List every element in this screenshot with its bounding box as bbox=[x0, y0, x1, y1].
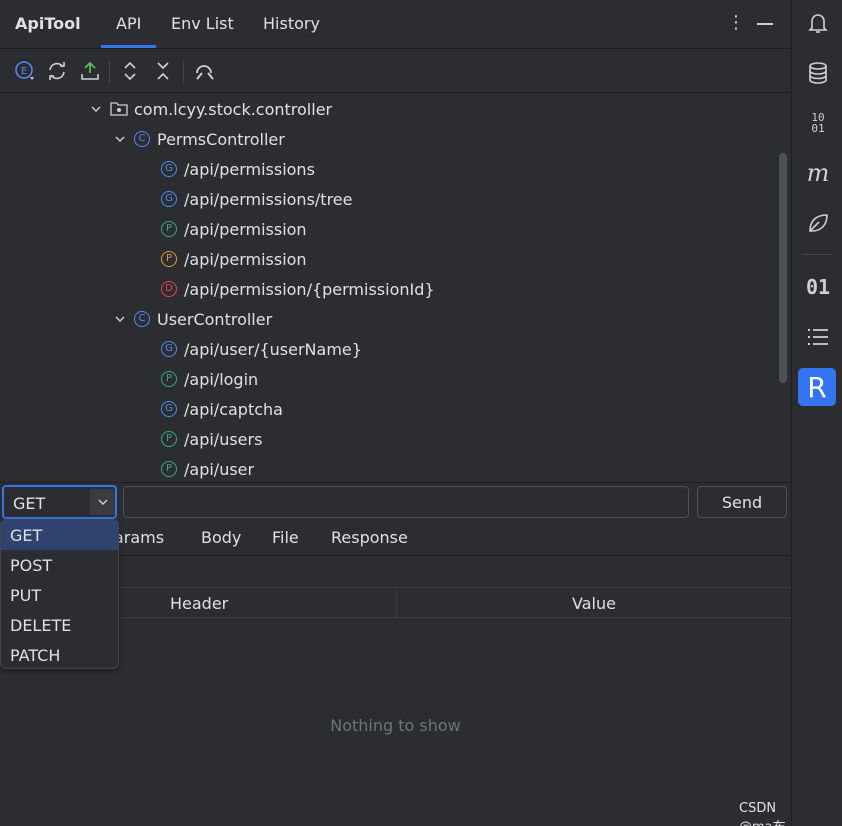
method-select[interactable]: GET bbox=[2, 485, 117, 519]
api-tree: com.lcyy.stock.controller C PermsControl… bbox=[0, 94, 791, 482]
tree-controller-row[interactable]: C UserController bbox=[112, 304, 272, 334]
endpoint-path: /api/captcha bbox=[184, 399, 283, 419]
endpoint-path: /api/user/{userName} bbox=[184, 339, 362, 359]
tree-endpoint-row[interactable]: G /api/permissions bbox=[161, 154, 315, 184]
chevron-down-icon[interactable] bbox=[88, 101, 104, 117]
panel-header: ApiTool API Env List History ⋮ bbox=[0, 0, 791, 49]
post-method-icon: P bbox=[161, 461, 177, 477]
method-dropdown-list: GET POST PUT DELETE PATCH bbox=[0, 519, 119, 669]
minimize-icon[interactable] bbox=[757, 23, 773, 25]
r-plugin-icon[interactable]: R bbox=[798, 368, 836, 406]
export-icon[interactable] bbox=[78, 59, 102, 83]
chevron-down-icon[interactable] bbox=[112, 131, 128, 147]
get-method-icon: G bbox=[161, 341, 177, 357]
column-divider[interactable] bbox=[396, 588, 397, 618]
package-folder-icon bbox=[110, 101, 128, 117]
database-icon[interactable] bbox=[804, 59, 832, 87]
request-bar: GET Send bbox=[0, 482, 791, 520]
endpoint-path: /api/users bbox=[184, 429, 263, 449]
watermark: CSDN @ma布 bbox=[739, 801, 786, 826]
endpoint-path: /api/login bbox=[184, 369, 259, 389]
controller-name: PermsController bbox=[157, 129, 285, 149]
right-bar-separator bbox=[802, 254, 833, 255]
endpoint-path: /api/permissions bbox=[184, 159, 315, 179]
tab-history[interactable]: History bbox=[263, 14, 320, 33]
tab-env-list[interactable]: Env List bbox=[171, 14, 234, 33]
collapse-all-icon[interactable] bbox=[151, 59, 175, 83]
expand-all-icon[interactable] bbox=[118, 59, 142, 83]
chevron-down-icon[interactable] bbox=[90, 489, 115, 515]
url-input[interactable] bbox=[123, 486, 689, 518]
tree-endpoint-row[interactable]: P /api/permission bbox=[161, 214, 307, 244]
right-tool-bar: 10 01 m 01 bbox=[791, 0, 842, 826]
api-tool-panel: ApiTool API Env List History ⋮ E com.lcy… bbox=[0, 0, 791, 826]
maven-icon[interactable]: m bbox=[804, 159, 832, 187]
endpoint-path: /api/user bbox=[184, 459, 255, 479]
post-method-icon: P bbox=[161, 371, 177, 387]
empty-state-text: Nothing to show bbox=[330, 716, 461, 735]
tree-endpoint-row[interactable]: P /api/users bbox=[161, 424, 262, 454]
chevron-down-icon[interactable] bbox=[112, 311, 128, 327]
tree-endpoint-row[interactable]: G /api/captcha bbox=[161, 394, 283, 424]
method-select-value: GET bbox=[13, 494, 46, 513]
endpoint-path: /api/permission/{permissionId} bbox=[184, 279, 435, 299]
notifications-icon[interactable] bbox=[804, 9, 832, 37]
list-icon[interactable] bbox=[804, 323, 832, 351]
toolbar-separator bbox=[109, 61, 110, 83]
post-method-icon: P bbox=[161, 431, 177, 447]
more-options-icon[interactable]: ⋮ bbox=[727, 12, 745, 34]
tree-controller-row[interactable]: C PermsController bbox=[112, 124, 285, 154]
subtab-body[interactable]: Body bbox=[201, 528, 241, 547]
post-method-icon: P bbox=[161, 221, 177, 237]
class-badge-icon: C bbox=[134, 311, 150, 327]
subtab-file[interactable]: File bbox=[272, 528, 299, 547]
active-tab-indicator bbox=[101, 45, 156, 48]
column-header-header[interactable]: Header bbox=[170, 594, 228, 613]
tree-scrollbar[interactable] bbox=[779, 153, 787, 383]
app-title: ApiTool bbox=[15, 14, 81, 33]
env-icon[interactable]: E bbox=[13, 59, 37, 83]
toolbar: E bbox=[0, 49, 791, 93]
class-badge-icon: C bbox=[134, 131, 150, 147]
column-header-value[interactable]: Value bbox=[572, 594, 616, 613]
get-method-icon: G bbox=[161, 191, 177, 207]
refresh-icon[interactable] bbox=[45, 59, 69, 83]
binary-icon[interactable]: 10 01 bbox=[804, 109, 832, 137]
controller-name: UserController bbox=[157, 309, 273, 329]
method-option-post[interactable]: POST bbox=[1, 550, 118, 580]
tab-api[interactable]: API bbox=[116, 14, 141, 33]
package-name: com.lcyy.stock.controller bbox=[134, 99, 333, 119]
endpoint-path: /api/permissions/tree bbox=[184, 189, 353, 209]
get-method-icon: G bbox=[161, 401, 177, 417]
tree-endpoint-row[interactable]: D /api/permission/{permissionId} bbox=[161, 274, 435, 304]
leaf-icon[interactable] bbox=[804, 209, 832, 237]
tree-package-row[interactable]: com.lcyy.stock.controller bbox=[88, 94, 332, 124]
delete-method-icon: D bbox=[161, 281, 177, 297]
tree-endpoint-row[interactable]: P /api/login bbox=[161, 364, 258, 394]
method-option-put[interactable]: PUT bbox=[1, 580, 118, 610]
method-option-patch[interactable]: PATCH bbox=[1, 640, 118, 668]
endpoint-path: /api/permission bbox=[184, 219, 307, 239]
put-method-icon: P bbox=[161, 251, 177, 267]
tree-endpoint-row[interactable]: G /api/user/{userName} bbox=[161, 334, 362, 364]
method-option-delete[interactable]: DELETE bbox=[1, 610, 118, 640]
svg-text:E: E bbox=[21, 66, 27, 77]
tree-endpoint-row[interactable]: G /api/permissions/tree bbox=[161, 184, 352, 214]
search-icon[interactable] bbox=[193, 59, 217, 83]
tree-endpoint-row[interactable]: P /api/permission bbox=[161, 244, 307, 274]
binary-01-icon[interactable]: 01 bbox=[804, 273, 832, 301]
get-method-icon: G bbox=[161, 161, 177, 177]
send-button[interactable]: Send bbox=[697, 486, 787, 518]
tree-endpoint-row[interactable]: P /api/user bbox=[161, 454, 254, 482]
endpoint-path: /api/permission bbox=[184, 249, 307, 269]
method-option-get[interactable]: GET bbox=[1, 520, 118, 550]
toolbar-separator bbox=[183, 61, 184, 83]
subtab-response[interactable]: Response bbox=[331, 528, 408, 547]
